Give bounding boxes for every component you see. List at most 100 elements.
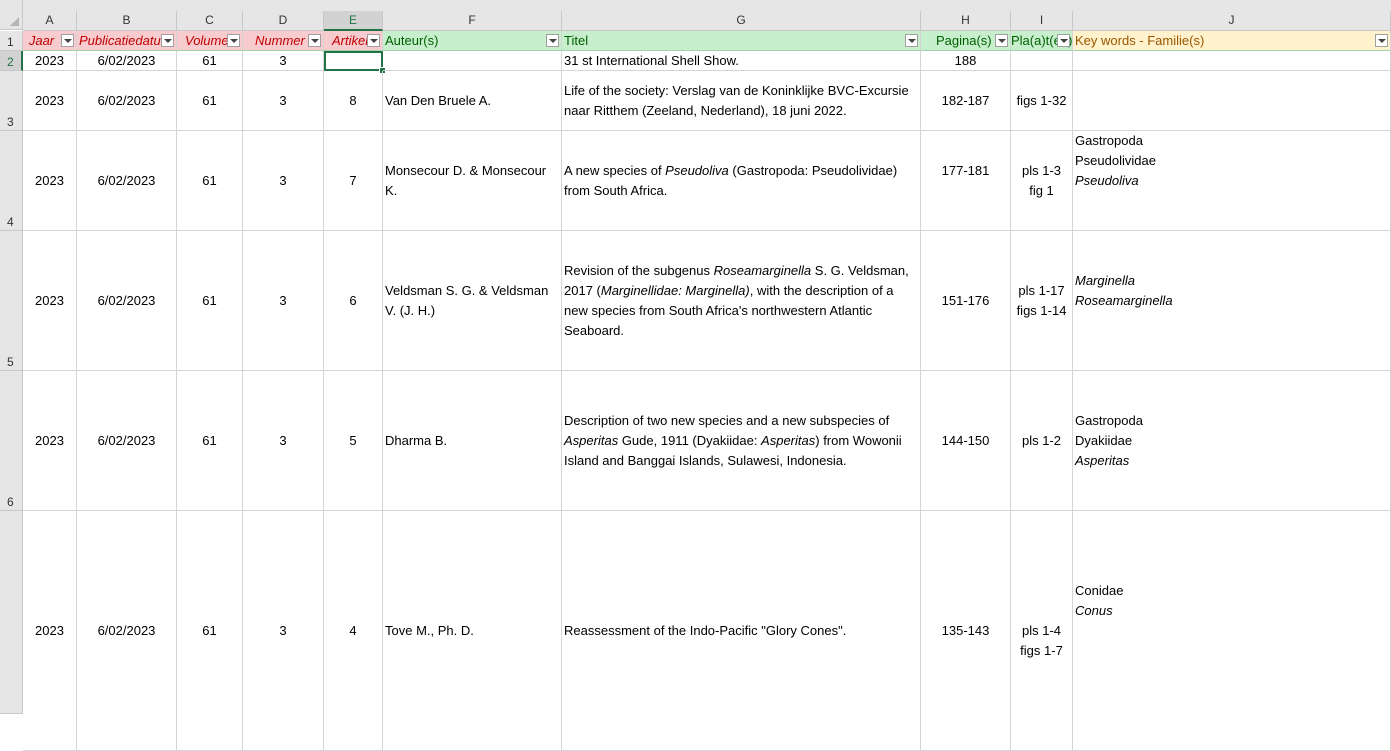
cell-g2[interactable]: 31 st International Shell Show.: [562, 51, 921, 71]
cell-e2-active[interactable]: [324, 51, 383, 71]
cell-c6[interactable]: 61: [177, 371, 243, 511]
cell-f2[interactable]: [383, 51, 562, 71]
row-header-3[interactable]: 3: [0, 71, 23, 131]
cell-g7[interactable]: Reassessment of the Indo-Pacific "Glory …: [562, 511, 921, 751]
row-header-6[interactable]: 6: [0, 371, 23, 511]
cell-d4[interactable]: 3: [243, 131, 324, 231]
cell-a3[interactable]: 2023: [23, 71, 77, 131]
cell-j3[interactable]: [1073, 71, 1391, 131]
cell-c2[interactable]: 61: [177, 51, 243, 71]
cell-a7[interactable]: 2023: [23, 511, 77, 751]
cell-b4[interactable]: 6/02/2023: [77, 131, 177, 231]
filter-dropdown-icon[interactable]: [546, 34, 559, 47]
filter-dropdown-icon[interactable]: [308, 34, 321, 47]
row-header-1[interactable]: 1: [0, 31, 23, 51]
cell-h6[interactable]: 144-150: [921, 371, 1011, 511]
row-header-7[interactable]: [0, 511, 23, 714]
cell-h3[interactable]: 182-187: [921, 71, 1011, 131]
filter-dropdown-icon[interactable]: [227, 34, 240, 47]
cell-e5[interactable]: 6: [324, 231, 383, 371]
cell-j2[interactable]: [1073, 51, 1391, 71]
cell-f3[interactable]: Van Den Bruele A.: [383, 71, 562, 131]
cell-c5[interactable]: 61: [177, 231, 243, 371]
keywords-list: Gastropoda Pseudolividae Pseudoliva: [1075, 131, 1156, 191]
header-cell-jaar[interactable]: Jaar: [23, 31, 77, 51]
cell-i2[interactable]: [1011, 51, 1073, 71]
cell-a6[interactable]: 2023: [23, 371, 77, 511]
header-cell-platen[interactable]: Pla(a)t(en): [1011, 31, 1073, 51]
cell-f6[interactable]: Dharma B.: [383, 371, 562, 511]
cell-e3[interactable]: 8: [324, 71, 383, 131]
column-header-e[interactable]: E: [324, 11, 383, 31]
cell-i5[interactable]: pls 1-17 figs 1-14: [1011, 231, 1073, 371]
column-header-i[interactable]: I: [1011, 11, 1073, 31]
cell-g4[interactable]: A new species of Pseudoliva (Gastropoda:…: [562, 131, 921, 231]
cell-i6[interactable]: pls 1-2: [1011, 371, 1073, 511]
header-cell-keywords[interactable]: Key words - Familie(s): [1073, 31, 1391, 51]
cell-j4[interactable]: Gastropoda Pseudolividae Pseudoliva: [1073, 131, 1391, 231]
header-cell-publicatiedatum[interactable]: Publicatiedatum: [77, 31, 177, 51]
cell-e7[interactable]: 4: [324, 511, 383, 751]
cell-g3[interactable]: Life of the society: Verslag van de Koni…: [562, 71, 921, 131]
header-cell-paginas[interactable]: Pagina(s): [921, 31, 1011, 51]
header-cell-artikel[interactable]: Artikel: [324, 31, 383, 51]
column-header-g[interactable]: G: [562, 11, 921, 31]
cell-a2[interactable]: 2023: [23, 51, 77, 71]
cell-i3[interactable]: figs 1-32: [1011, 71, 1073, 131]
cell-g6[interactable]: Description of two new species and a new…: [562, 371, 921, 511]
cell-i7[interactable]: pls 1-4 figs 1-7: [1011, 511, 1073, 751]
cell-d5[interactable]: 3: [243, 231, 324, 371]
column-header-b[interactable]: B: [77, 11, 177, 31]
column-header-a[interactable]: A: [23, 11, 77, 31]
cell-j5[interactable]: Marginella Roseamarginella: [1073, 231, 1391, 371]
cell-b3[interactable]: 6/02/2023: [77, 71, 177, 131]
filter-dropdown-icon[interactable]: [1375, 34, 1388, 47]
cell-g5[interactable]: Revision of the subgenus Roseamarginella…: [562, 231, 921, 371]
cell-h5[interactable]: 151-176: [921, 231, 1011, 371]
cell-f4[interactable]: Monsecour D. & Monsecour K.: [383, 131, 562, 231]
filter-dropdown-icon[interactable]: [61, 34, 74, 47]
header-cell-auteurs[interactable]: Auteur(s): [383, 31, 562, 51]
select-all-corner[interactable]: [0, 0, 23, 30]
header-label: Publicatiedatum: [79, 32, 172, 48]
cell-b7[interactable]: 6/02/2023: [77, 511, 177, 751]
filter-dropdown-icon[interactable]: [905, 34, 918, 47]
cell-i4[interactable]: pls 1-3 fig 1: [1011, 131, 1073, 231]
cell-h7[interactable]: 135-143: [921, 511, 1011, 751]
cell-f7[interactable]: Tove M., Ph. D.: [383, 511, 562, 751]
cell-c4[interactable]: 61: [177, 131, 243, 231]
cell-a5[interactable]: 2023: [23, 231, 77, 371]
cell-c3[interactable]: 61: [177, 71, 243, 131]
filter-dropdown-icon[interactable]: [161, 34, 174, 47]
header-cell-titel[interactable]: Titel: [562, 31, 921, 51]
cell-d6[interactable]: 3: [243, 371, 324, 511]
cell-a4[interactable]: 2023: [23, 131, 77, 231]
row-header-5[interactable]: 5: [0, 231, 23, 371]
column-header-j[interactable]: J: [1073, 11, 1391, 31]
column-header-f[interactable]: F: [383, 11, 562, 31]
filter-dropdown-icon[interactable]: [1057, 34, 1070, 47]
cell-b5[interactable]: 6/02/2023: [77, 231, 177, 371]
cell-d3[interactable]: 3: [243, 71, 324, 131]
cell-d7[interactable]: 3: [243, 511, 324, 751]
column-header-d[interactable]: D: [243, 11, 324, 31]
row-header-4[interactable]: 4: [0, 131, 23, 231]
cell-j7[interactable]: Conidae Conus: [1073, 511, 1391, 751]
filter-dropdown-icon[interactable]: [995, 34, 1008, 47]
cell-b6[interactable]: 6/02/2023: [77, 371, 177, 511]
cell-d2[interactable]: 3: [243, 51, 324, 71]
cell-e4[interactable]: 7: [324, 131, 383, 231]
cell-c7[interactable]: 61: [177, 511, 243, 751]
cell-j6[interactable]: Gastropoda Dyakiidae Asperitas: [1073, 371, 1391, 511]
header-cell-volume[interactable]: Volume: [177, 31, 243, 51]
row-header-2[interactable]: 2: [0, 51, 23, 71]
cell-h4[interactable]: 177-181: [921, 131, 1011, 231]
cell-e6[interactable]: 5: [324, 371, 383, 511]
column-header-h[interactable]: H: [921, 11, 1011, 31]
cell-h2[interactable]: 188: [921, 51, 1011, 71]
filter-dropdown-icon[interactable]: [367, 34, 380, 47]
header-cell-nummer[interactable]: Nummer: [243, 31, 324, 51]
cell-b2[interactable]: 6/02/2023: [77, 51, 177, 71]
column-header-c[interactable]: C: [177, 11, 243, 31]
cell-f5[interactable]: Veldsman S. G. & Veldsman V. (J. H.): [383, 231, 562, 371]
